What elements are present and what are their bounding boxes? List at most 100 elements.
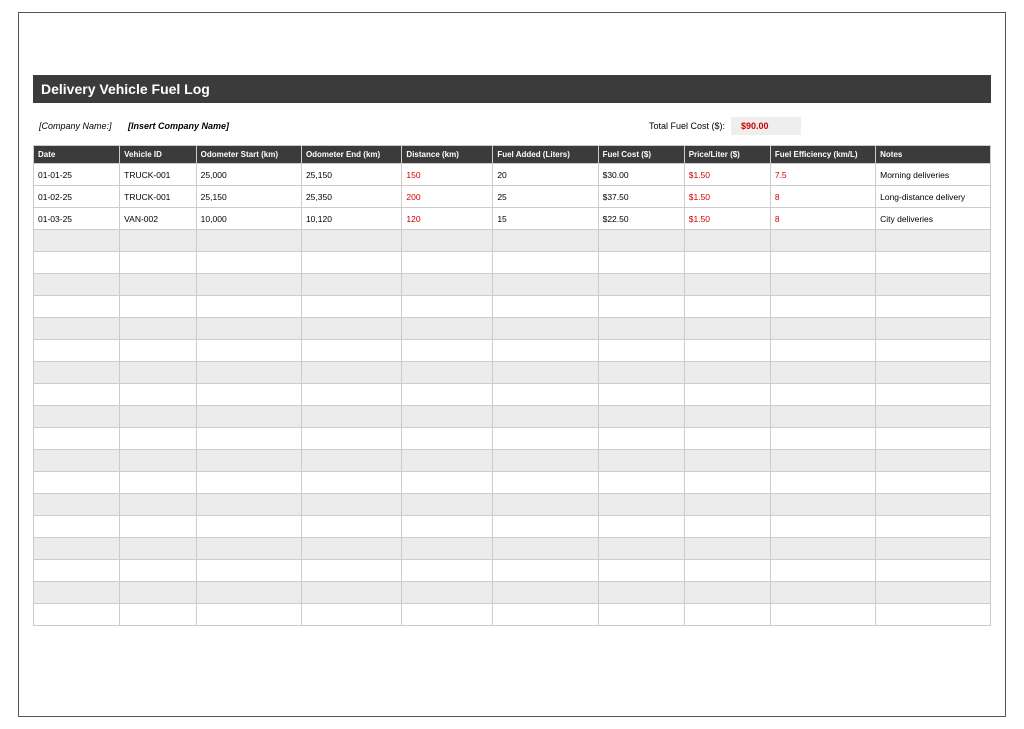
empty-cell[interactable]: [770, 362, 875, 384]
empty-cell[interactable]: [196, 450, 301, 472]
empty-cell[interactable]: [196, 494, 301, 516]
cell-fuel-added[interactable]: 20: [493, 164, 598, 186]
empty-cell[interactable]: [301, 494, 401, 516]
empty-cell[interactable]: [120, 604, 197, 626]
table-row-empty[interactable]: [34, 406, 991, 428]
empty-cell[interactable]: [301, 230, 401, 252]
table-row-empty[interactable]: [34, 560, 991, 582]
empty-cell[interactable]: [876, 274, 991, 296]
empty-cell[interactable]: [301, 538, 401, 560]
empty-cell[interactable]: [402, 406, 493, 428]
empty-cell[interactable]: [684, 538, 770, 560]
empty-cell[interactable]: [301, 472, 401, 494]
empty-cell[interactable]: [770, 560, 875, 582]
empty-cell[interactable]: [493, 428, 598, 450]
table-row-empty[interactable]: [34, 384, 991, 406]
empty-cell[interactable]: [770, 230, 875, 252]
cell-efficiency[interactable]: 7.5: [770, 164, 875, 186]
cell-vehicle[interactable]: TRUCK-001: [120, 186, 197, 208]
empty-cell[interactable]: [598, 230, 684, 252]
empty-cell[interactable]: [34, 340, 120, 362]
empty-cell[interactable]: [120, 274, 197, 296]
empty-cell[interactable]: [684, 340, 770, 362]
empty-cell[interactable]: [402, 296, 493, 318]
table-row[interactable]: 01-03-25VAN-00210,00010,12012015$22.50$1…: [34, 208, 991, 230]
empty-cell[interactable]: [34, 450, 120, 472]
empty-cell[interactable]: [120, 406, 197, 428]
empty-cell[interactable]: [770, 450, 875, 472]
table-row-empty[interactable]: [34, 340, 991, 362]
empty-cell[interactable]: [598, 406, 684, 428]
empty-cell[interactable]: [770, 428, 875, 450]
empty-cell[interactable]: [402, 450, 493, 472]
empty-cell[interactable]: [493, 538, 598, 560]
empty-cell[interactable]: [402, 538, 493, 560]
empty-cell[interactable]: [876, 516, 991, 538]
table-row-empty[interactable]: [34, 538, 991, 560]
empty-cell[interactable]: [402, 428, 493, 450]
empty-cell[interactable]: [684, 494, 770, 516]
empty-cell[interactable]: [196, 340, 301, 362]
empty-cell[interactable]: [301, 274, 401, 296]
empty-cell[interactable]: [493, 406, 598, 428]
empty-cell[interactable]: [876, 362, 991, 384]
cell-date[interactable]: 01-02-25: [34, 186, 120, 208]
cell-efficiency[interactable]: 8: [770, 186, 875, 208]
empty-cell[interactable]: [301, 296, 401, 318]
empty-cell[interactable]: [684, 428, 770, 450]
empty-cell[interactable]: [598, 560, 684, 582]
empty-cell[interactable]: [34, 252, 120, 274]
empty-cell[interactable]: [876, 340, 991, 362]
empty-cell[interactable]: [493, 472, 598, 494]
empty-cell[interactable]: [876, 230, 991, 252]
empty-cell[interactable]: [120, 318, 197, 340]
empty-cell[interactable]: [196, 252, 301, 274]
empty-cell[interactable]: [34, 274, 120, 296]
empty-cell[interactable]: [876, 494, 991, 516]
empty-cell[interactable]: [120, 582, 197, 604]
empty-cell[interactable]: [120, 494, 197, 516]
empty-cell[interactable]: [402, 252, 493, 274]
empty-cell[interactable]: [402, 230, 493, 252]
empty-cell[interactable]: [196, 582, 301, 604]
cell-oend[interactable]: 10,120: [301, 208, 401, 230]
empty-cell[interactable]: [684, 274, 770, 296]
empty-cell[interactable]: [120, 428, 197, 450]
empty-cell[interactable]: [598, 516, 684, 538]
empty-cell[interactable]: [196, 472, 301, 494]
empty-cell[interactable]: [770, 296, 875, 318]
table-row[interactable]: 01-02-25TRUCK-00125,15025,35020025$37.50…: [34, 186, 991, 208]
empty-cell[interactable]: [196, 362, 301, 384]
cell-price-liter[interactable]: $1.50: [684, 208, 770, 230]
empty-cell[interactable]: [598, 296, 684, 318]
empty-cell[interactable]: [402, 582, 493, 604]
empty-cell[interactable]: [770, 318, 875, 340]
cell-ostart[interactable]: 25,150: [196, 186, 301, 208]
empty-cell[interactable]: [684, 384, 770, 406]
cell-fuel-cost[interactable]: $22.50: [598, 208, 684, 230]
empty-cell[interactable]: [493, 494, 598, 516]
empty-cell[interactable]: [684, 604, 770, 626]
empty-cell[interactable]: [196, 560, 301, 582]
empty-cell[interactable]: [402, 384, 493, 406]
empty-cell[interactable]: [598, 472, 684, 494]
empty-cell[interactable]: [598, 450, 684, 472]
empty-cell[interactable]: [301, 362, 401, 384]
cell-date[interactable]: 01-01-25: [34, 164, 120, 186]
cell-fuel-added[interactable]: 25: [493, 186, 598, 208]
empty-cell[interactable]: [196, 538, 301, 560]
cell-ostart[interactable]: 10,000: [196, 208, 301, 230]
empty-cell[interactable]: [402, 340, 493, 362]
cell-price-liter[interactable]: $1.50: [684, 186, 770, 208]
empty-cell[interactable]: [876, 538, 991, 560]
empty-cell[interactable]: [301, 406, 401, 428]
empty-cell[interactable]: [598, 428, 684, 450]
table-row-empty[interactable]: [34, 296, 991, 318]
empty-cell[interactable]: [684, 406, 770, 428]
empty-cell[interactable]: [402, 472, 493, 494]
empty-cell[interactable]: [196, 230, 301, 252]
empty-cell[interactable]: [493, 252, 598, 274]
empty-cell[interactable]: [196, 318, 301, 340]
cell-distance[interactable]: 150: [402, 164, 493, 186]
empty-cell[interactable]: [684, 318, 770, 340]
